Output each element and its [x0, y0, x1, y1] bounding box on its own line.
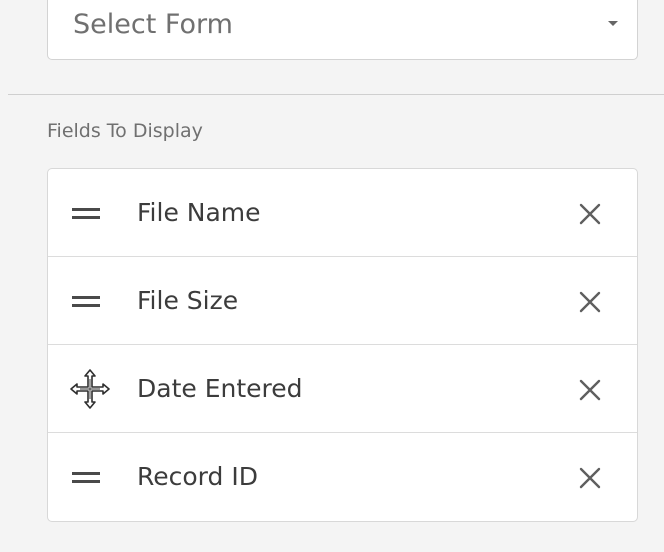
- field-label: Record ID: [137, 462, 258, 491]
- close-icon[interactable]: [577, 465, 603, 491]
- select-form-placeholder: Select Form: [73, 9, 233, 40]
- drag-handle-icon[interactable]: [72, 471, 100, 483]
- drag-handle-icon[interactable]: [72, 207, 100, 219]
- select-form-dropdown[interactable]: Select Form: [47, 0, 638, 60]
- close-icon[interactable]: [577, 377, 603, 403]
- field-label: File Size: [137, 286, 239, 315]
- close-icon[interactable]: [577, 201, 603, 227]
- close-icon[interactable]: [577, 289, 603, 315]
- field-label: File Name: [137, 198, 261, 227]
- field-row-file-size[interactable]: File Size: [48, 257, 637, 345]
- field-row-date-entered[interactable]: Date Entered: [48, 345, 637, 433]
- fields-to-display-label: Fields To Display: [47, 120, 203, 142]
- caret-down-icon: [608, 21, 618, 26]
- fields-list: File Name File Size Date Entered Record …: [47, 168, 638, 522]
- field-row-record-id[interactable]: Record ID: [48, 433, 637, 521]
- drag-handle-icon[interactable]: [72, 295, 100, 307]
- move-cursor-icon[interactable]: [68, 367, 112, 411]
- section-divider: [8, 94, 664, 95]
- field-label: Date Entered: [137, 374, 303, 403]
- fields-config-panel: Select Form Fields To Display File Name …: [0, 0, 664, 552]
- field-row-file-name[interactable]: File Name: [48, 169, 637, 257]
